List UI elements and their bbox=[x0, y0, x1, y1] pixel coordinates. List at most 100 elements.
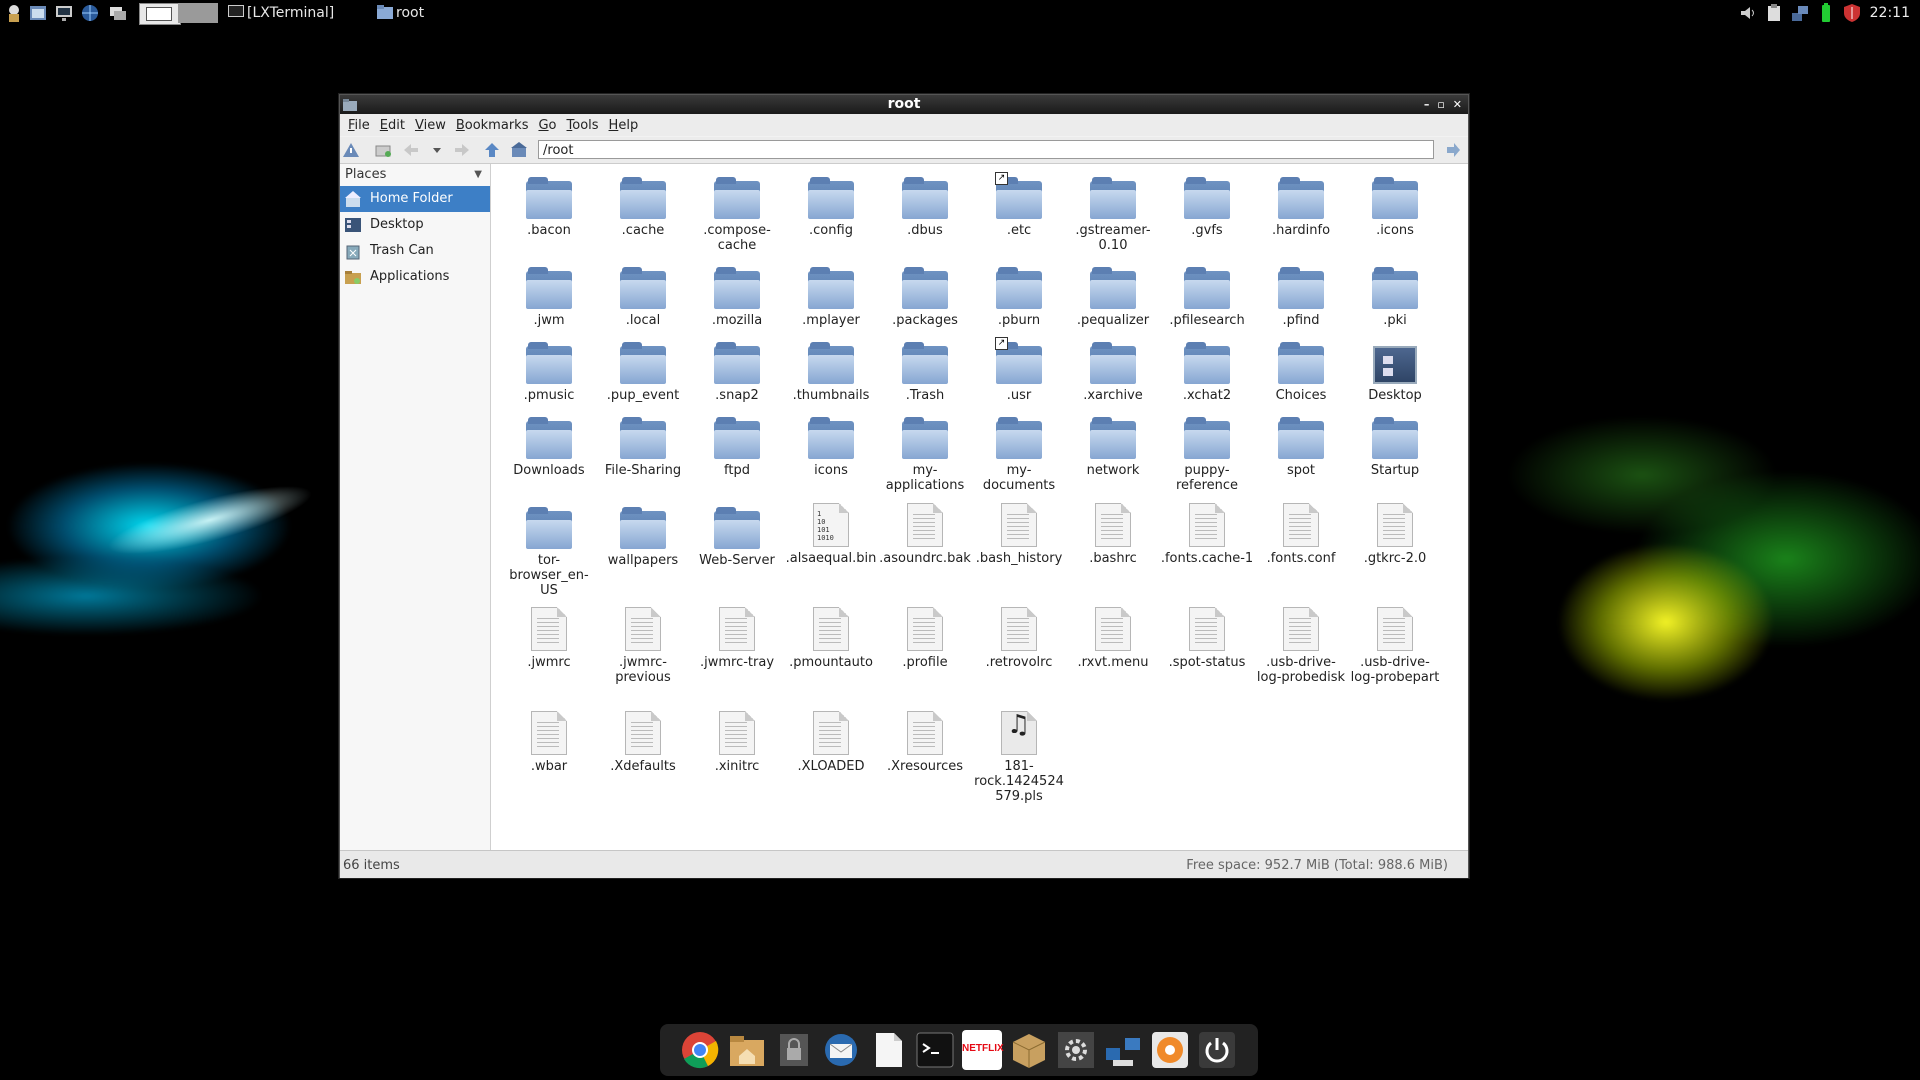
file-item[interactable]: .hardinfo bbox=[1254, 173, 1348, 238]
sidebar-item-trash-can[interactable]: Trash Can bbox=[340, 238, 490, 264]
window-titlebar[interactable]: root – ▫ ✕ bbox=[340, 95, 1468, 114]
sidebar-item-desktop[interactable]: Desktop bbox=[340, 212, 490, 238]
file-item[interactable]: .rxvt.menu bbox=[1066, 607, 1160, 670]
file-item[interactable]: .pburn bbox=[972, 263, 1066, 328]
file-item[interactable]: Startup bbox=[1348, 413, 1442, 478]
close-button[interactable]: ✕ bbox=[1453, 95, 1462, 114]
file-item[interactable]: .jwm bbox=[502, 263, 596, 328]
file-item[interactable]: .bashrc bbox=[1066, 503, 1160, 566]
file-item[interactable]: .pfind bbox=[1254, 263, 1348, 328]
file-item[interactable]: spot bbox=[1254, 413, 1348, 478]
file-item[interactable]: .thumbnails bbox=[784, 338, 878, 403]
file-item[interactable]: icons bbox=[784, 413, 878, 478]
file-item[interactable]: .pki bbox=[1348, 263, 1442, 328]
file-item[interactable]: .jwmrc bbox=[502, 607, 596, 670]
file-item[interactable]: .pequalizer bbox=[1066, 263, 1160, 328]
terminal-icon[interactable] bbox=[915, 1030, 955, 1070]
menu-bookmarks[interactable]: Bookmarks bbox=[456, 118, 529, 133]
menu-view[interactable]: View bbox=[415, 118, 446, 133]
file-item[interactable]: .local bbox=[596, 263, 690, 328]
file-item[interactable]: .dbus bbox=[878, 173, 972, 238]
clock[interactable]: 22:11 bbox=[1870, 0, 1910, 26]
mail-icon[interactable] bbox=[821, 1030, 861, 1070]
lock-icon[interactable] bbox=[774, 1030, 814, 1070]
back-button[interactable] bbox=[402, 141, 420, 159]
file-item[interactable]: .gtkrc-2.0 bbox=[1348, 503, 1442, 566]
file-item[interactable]: my-documents bbox=[972, 413, 1066, 493]
menu-tools[interactable]: Tools bbox=[567, 118, 599, 133]
menu-puppy-icon[interactable] bbox=[4, 3, 24, 23]
warning-icon[interactable] bbox=[342, 141, 360, 159]
file-item[interactable]: .retrovolrc bbox=[972, 607, 1066, 670]
firewall-shield-icon[interactable] bbox=[1842, 3, 1862, 23]
file-item[interactable]: .wbar bbox=[502, 711, 596, 774]
file-item[interactable]: my-applications bbox=[878, 413, 972, 493]
workspace-2[interactable] bbox=[178, 3, 218, 23]
volume-icon[interactable] bbox=[1738, 3, 1758, 23]
file-item[interactable]: tor-browser_en-US bbox=[502, 503, 596, 598]
chrome-icon[interactable] bbox=[680, 1030, 720, 1070]
minimize-button[interactable]: – bbox=[1424, 95, 1430, 114]
places-dropdown-icon[interactable]: ▼ bbox=[474, 164, 482, 186]
file-item[interactable]: Desktop bbox=[1348, 338, 1442, 403]
file-item[interactable]: .cache bbox=[596, 173, 690, 238]
sidebar-item-applications[interactable]: Applications bbox=[340, 264, 490, 290]
media-icon[interactable] bbox=[1150, 1030, 1190, 1070]
file-item[interactable]: .mozilla bbox=[690, 263, 784, 328]
workspace-1[interactable] bbox=[139, 3, 181, 25]
sidebar-item-home-folder[interactable]: Home Folder bbox=[340, 186, 490, 212]
file-item[interactable]: .pmountauto bbox=[784, 607, 878, 670]
show-desktop-icon[interactable] bbox=[108, 3, 128, 23]
file-item[interactable]: ♫ 181-rock.1424524579.pls bbox=[972, 711, 1066, 804]
package-icon[interactable] bbox=[1009, 1030, 1049, 1070]
file-item[interactable]: .profile bbox=[878, 607, 972, 670]
clipboard-icon[interactable] bbox=[1764, 3, 1784, 23]
task-root[interactable]: root bbox=[377, 0, 424, 26]
file-item[interactable]: network bbox=[1066, 413, 1160, 478]
file-item[interactable]: File-Sharing bbox=[596, 413, 690, 478]
file-item[interactable]: .fonts.cache-1 bbox=[1160, 503, 1254, 566]
battery-icon[interactable] bbox=[1816, 3, 1836, 23]
file-item[interactable]: Downloads bbox=[502, 413, 596, 478]
file-item[interactable]: .xinitrc bbox=[690, 711, 784, 774]
file-item[interactable]: .config bbox=[784, 173, 878, 238]
file-item[interactable]: Choices bbox=[1254, 338, 1348, 403]
forward-button[interactable] bbox=[453, 141, 471, 159]
file-item[interactable]: .gvfs bbox=[1160, 173, 1254, 238]
task-lxterminal[interactable]: [LXTerminal] bbox=[228, 0, 334, 26]
file-item[interactable]: puppy-reference bbox=[1160, 413, 1254, 493]
menu-help[interactable]: Help bbox=[609, 118, 639, 133]
go-button[interactable] bbox=[1444, 141, 1462, 159]
up-button[interactable] bbox=[483, 141, 501, 159]
address-bar[interactable]: /root bbox=[538, 140, 1434, 159]
file-item[interactable]: .etc bbox=[972, 173, 1066, 238]
file-item[interactable]: .icons bbox=[1348, 173, 1442, 238]
file-item[interactable]: .xarchive bbox=[1066, 338, 1160, 403]
menu-go[interactable]: Go bbox=[538, 118, 556, 133]
file-item[interactable]: .jwmrc-tray bbox=[690, 607, 784, 670]
menu-file[interactable]: File bbox=[348, 118, 370, 133]
file-item[interactable]: .Xresources bbox=[878, 711, 972, 774]
network-status-icon[interactable] bbox=[1790, 3, 1810, 23]
file-item[interactable]: .compose-cache bbox=[690, 173, 784, 253]
file-item[interactable]: .pmusic bbox=[502, 338, 596, 403]
menu-edit[interactable]: Edit bbox=[380, 118, 405, 133]
file-item[interactable]: .xchat2 bbox=[1160, 338, 1254, 403]
file-item[interactable]: .fonts.conf bbox=[1254, 503, 1348, 566]
file-item[interactable]: .mplayer bbox=[784, 263, 878, 328]
file-item[interactable]: .pup_event bbox=[596, 338, 690, 403]
netflix-icon[interactable]: NETFLIX bbox=[962, 1030, 1004, 1070]
file-item[interactable]: .bash_history bbox=[972, 503, 1066, 566]
file-item[interactable]: .packages bbox=[878, 263, 972, 328]
file-item[interactable]: Web-Server bbox=[690, 503, 784, 568]
file-item[interactable]: .spot-status bbox=[1160, 607, 1254, 670]
file-item[interactable]: .gstreamer-0.10 bbox=[1066, 173, 1160, 253]
file-item[interactable]: 1 10 101 1010 .alsaequal.bin bbox=[784, 503, 878, 566]
network-icon[interactable] bbox=[1103, 1030, 1143, 1070]
power-icon[interactable] bbox=[1197, 1030, 1237, 1070]
display-launcher-icon[interactable] bbox=[54, 3, 74, 23]
file-item[interactable]: .bacon bbox=[502, 173, 596, 238]
file-item[interactable]: .jwmrc-previous bbox=[596, 607, 690, 685]
file-item[interactable]: .usb-drive-log-probepart bbox=[1348, 607, 1442, 685]
file-item[interactable]: ftpd bbox=[690, 413, 784, 478]
